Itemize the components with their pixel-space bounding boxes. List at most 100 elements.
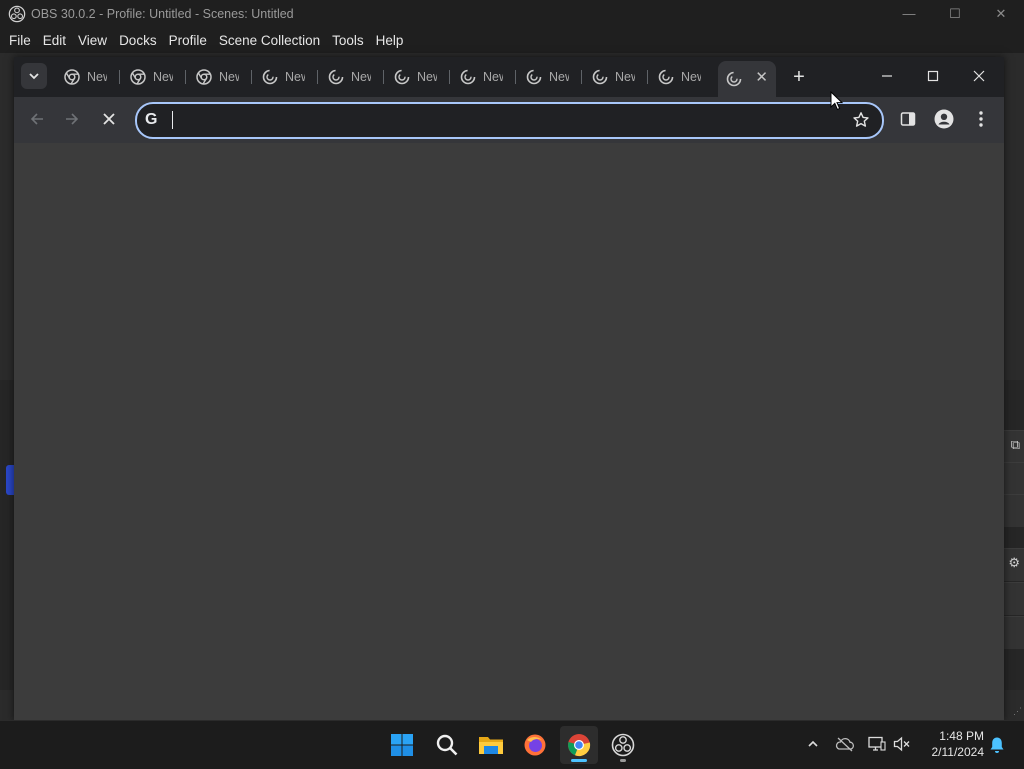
gear-icon[interactable]: ⚙ <box>1008 555 1020 571</box>
spinner-icon <box>526 69 542 85</box>
tab-title: New Tab <box>483 70 503 84</box>
obs-maximize-button[interactable]: ☐ <box>932 0 978 27</box>
network-icon <box>868 736 886 751</box>
mouse-cursor-icon <box>830 91 843 111</box>
start-button[interactable] <box>383 726 421 764</box>
side-panel-button[interactable] <box>897 108 919 130</box>
show-hidden-icons-button[interactable] <box>802 733 824 755</box>
profile-avatar-icon <box>934 109 954 129</box>
new-tab-button[interactable]: + <box>787 65 811 89</box>
tab[interactable]: New Tab <box>384 62 450 92</box>
chrome-toolbar: G <box>14 97 1004 143</box>
spinner-icon <box>394 69 410 85</box>
obs-selected-scene[interactable] <box>6 465 14 495</box>
tab[interactable]: New Tab <box>648 62 714 92</box>
chrome-minimize-button[interactable] <box>864 57 910 95</box>
menu-profile[interactable]: Profile <box>163 33 213 48</box>
tab-title: New Tab <box>549 70 569 84</box>
omnibox[interactable]: G <box>135 102 884 139</box>
taskbar-clock[interactable]: 1:48 PM 2/11/2024 <box>916 728 985 760</box>
menu-edit[interactable]: Edit <box>37 33 72 48</box>
maximize-icon <box>927 70 939 82</box>
firefox-button[interactable] <box>516 726 554 764</box>
tab-title: New Tab <box>285 70 305 84</box>
tab[interactable]: New Tab <box>516 62 582 92</box>
spinner-icon <box>328 69 344 85</box>
volume-tray-button[interactable] <box>891 733 913 755</box>
close-icon <box>103 113 115 125</box>
chrome-icon <box>196 69 212 85</box>
chrome-taskbar-button[interactable] <box>560 726 598 764</box>
tab-title: New Tab <box>615 70 635 84</box>
forward-button[interactable] <box>57 104 87 134</box>
menu-view[interactable]: View <box>72 33 113 48</box>
chrome-menu-button[interactable] <box>970 108 992 130</box>
obs-window-title: OBS 30.0.2 - Profile: Untitled - Scenes:… <box>31 6 294 21</box>
windows-start-icon <box>391 734 413 756</box>
chrome-icon <box>130 69 146 85</box>
tab-search-button[interactable] <box>21 63 47 89</box>
obs-taskbar-button[interactable] <box>604 726 642 764</box>
clock-date: 2/11/2024 <box>931 745 985 759</box>
tab[interactable]: New Tab <box>54 62 120 92</box>
taskbar: 1:48 PM 2/11/2024 <box>0 720 1024 769</box>
obs-dock-button[interactable] <box>1004 462 1024 495</box>
tab-active[interactable]: ✕ <box>718 61 776 97</box>
menu-docks[interactable]: Docks <box>113 33 163 48</box>
address-input[interactable] <box>171 108 835 134</box>
close-icon <box>973 70 985 82</box>
obs-dock-button[interactable] <box>1004 494 1024 527</box>
obs-left-dock <box>0 380 14 690</box>
file-explorer-button[interactable] <box>472 726 510 764</box>
tab-title: New Tab <box>87 70 107 84</box>
resize-grip-icon[interactable]: ⋰ <box>1013 706 1022 717</box>
tab-close-button[interactable]: ✕ <box>755 70 768 86</box>
tab[interactable]: New Tab <box>582 62 648 92</box>
tab[interactable]: New Tab <box>450 62 516 92</box>
obs-titlebar: OBS 30.0.2 - Profile: Untitled - Scenes:… <box>0 0 1024 27</box>
spinner-icon <box>726 71 742 87</box>
chrome-window: New Tab New Tab New Tab New Tab New Tab … <box>14 57 1004 720</box>
network-tray-button[interactable] <box>866 733 888 755</box>
obs-close-button[interactable]: ✕ <box>978 0 1024 27</box>
chrome-close-button[interactable] <box>956 57 1002 95</box>
undock-icon[interactable]: ⧉ <box>1011 437 1020 453</box>
obs-dock-button[interactable] <box>1004 616 1024 649</box>
obs-minimize-button[interactable]: — <box>886 0 932 27</box>
spinner-icon <box>658 69 674 85</box>
notifications-button[interactable] <box>986 734 1008 756</box>
text-caret <box>172 111 173 129</box>
obs-dock-button[interactable] <box>1004 582 1024 615</box>
onedrive-tray-button[interactable] <box>834 733 856 755</box>
bell-icon <box>990 737 1004 753</box>
bookmark-star-icon[interactable] <box>852 111 870 129</box>
tab[interactable]: New Tab <box>318 62 384 92</box>
stop-loading-button[interactable] <box>94 104 124 134</box>
spinner-icon <box>460 69 476 85</box>
spinner-icon <box>262 69 278 85</box>
taskbar-search-button[interactable] <box>428 726 466 764</box>
menu-scene-collection[interactable]: Scene Collection <box>213 33 326 48</box>
tab-title: New Tab <box>219 70 239 84</box>
cloud-offline-icon <box>835 737 854 752</box>
back-button[interactable] <box>22 104 52 134</box>
page-content[interactable] <box>14 143 1004 720</box>
menu-file[interactable]: File <box>3 33 37 48</box>
obs-icon <box>611 733 635 757</box>
chrome-icon <box>568 734 591 757</box>
profile-button[interactable] <box>933 108 955 130</box>
file-explorer-icon <box>479 737 503 754</box>
tab[interactable]: New Tab <box>252 62 318 92</box>
tab[interactable]: New Tab <box>186 62 252 92</box>
tab-title: New Tab <box>417 70 437 84</box>
chrome-maximize-button[interactable] <box>910 57 956 95</box>
menu-tools[interactable]: Tools <box>326 33 370 48</box>
google-icon: G <box>145 111 158 128</box>
tab[interactable]: New Tab <box>120 62 186 92</box>
menu-help[interactable]: Help <box>370 33 410 48</box>
volume-muted-icon <box>893 736 910 752</box>
chrome-icon <box>64 69 80 85</box>
firefox-icon <box>524 734 546 756</box>
search-icon <box>436 734 458 756</box>
clock-time: 1:48 PM <box>939 729 984 743</box>
